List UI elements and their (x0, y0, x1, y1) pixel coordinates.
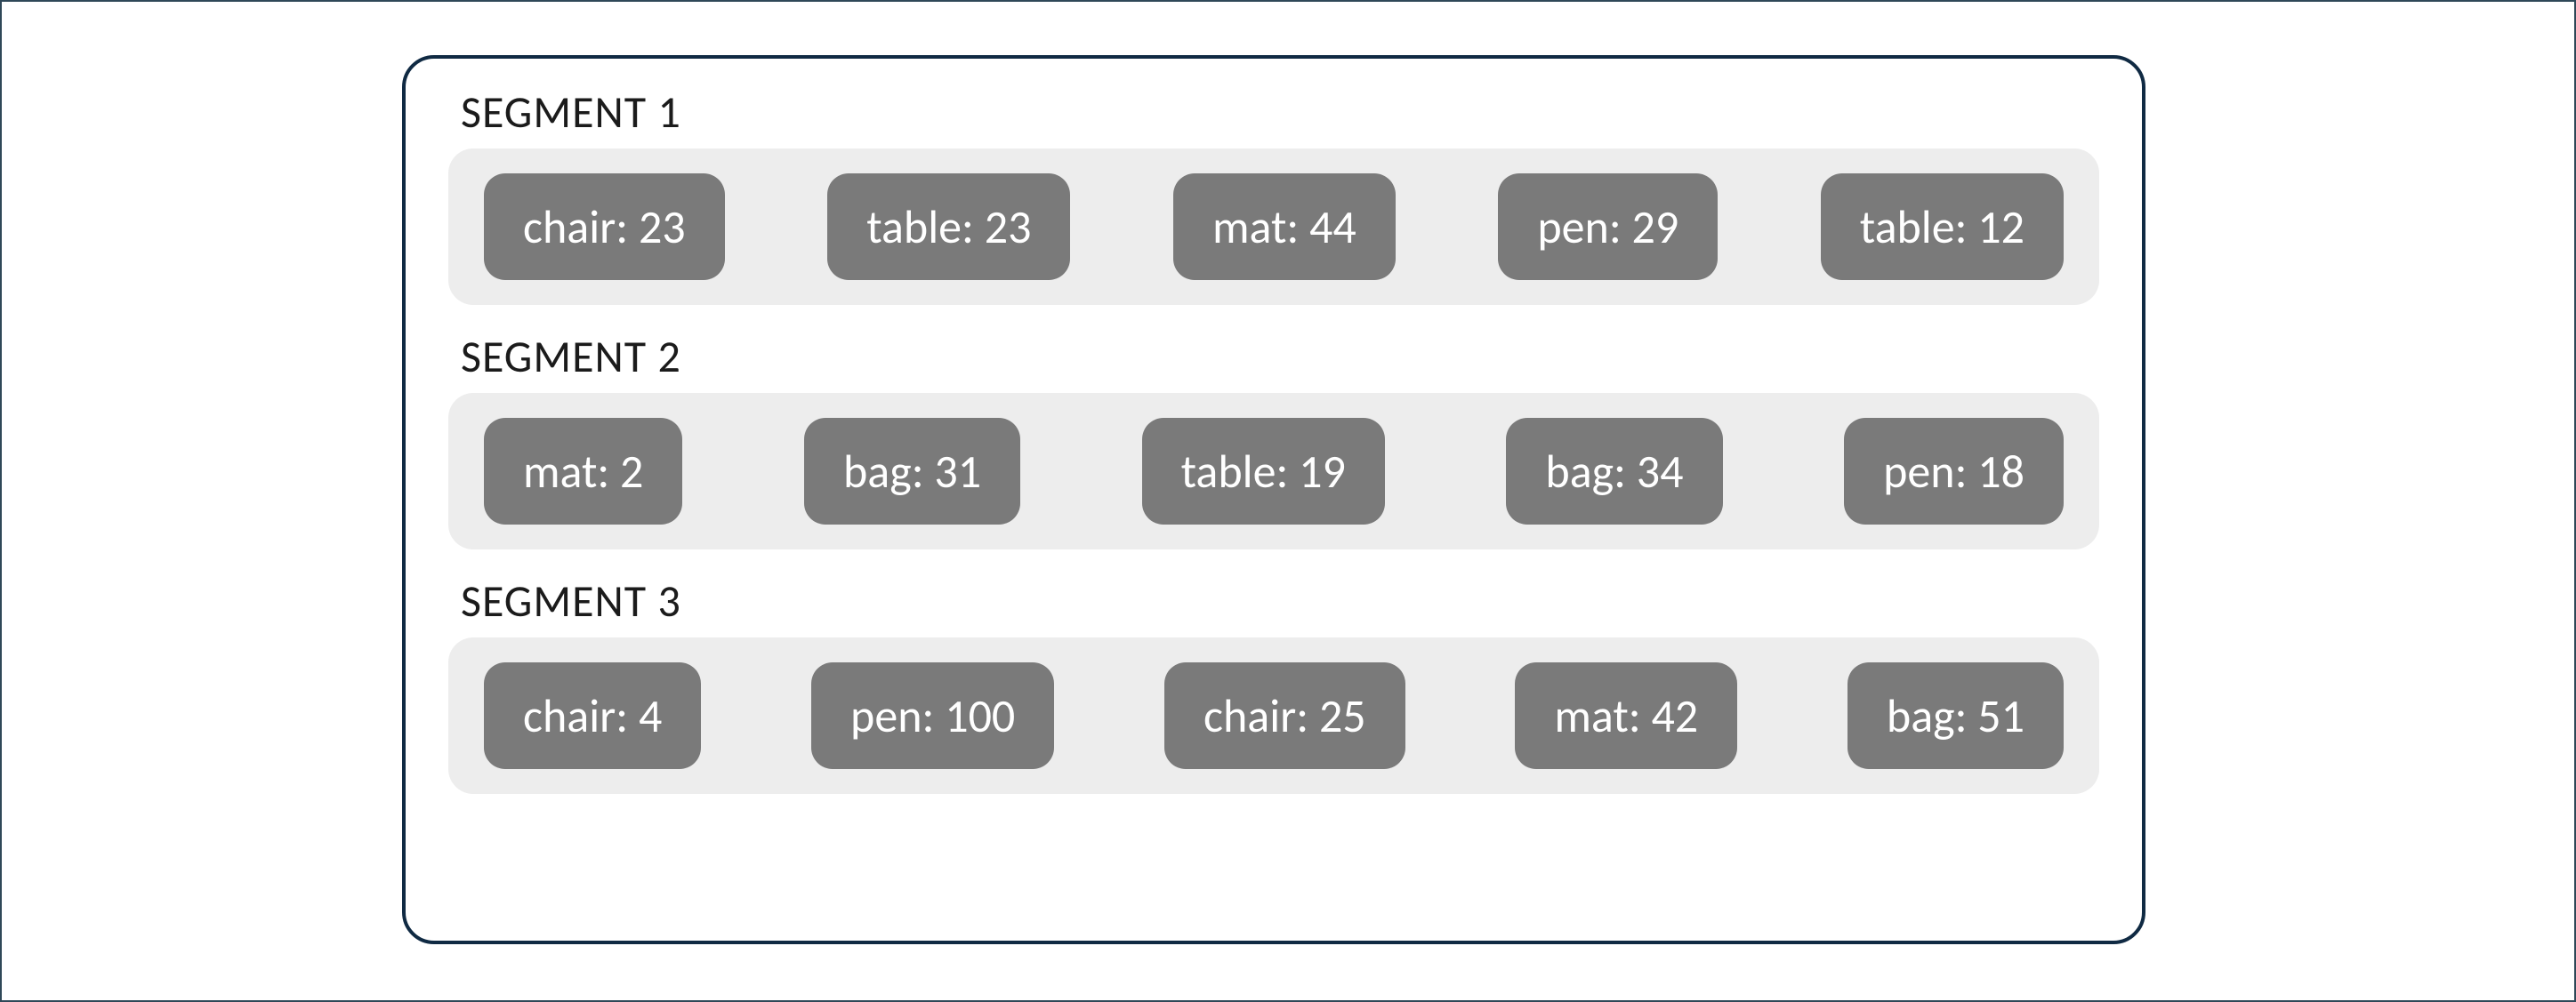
segment-2-row: mat: 2 bag: 31 table: 19 bag: 34 pen: 18 (448, 393, 2099, 549)
segment-1-item-0: chair: 23 (484, 173, 725, 280)
outer-frame: SEGMENT 1 chair: 23 table: 23 mat: 44 pe… (0, 0, 2576, 1002)
segment-1-item-1: table: 23 (827, 173, 1070, 280)
segments-panel: SEGMENT 1 chair: 23 table: 23 mat: 44 pe… (402, 55, 2145, 944)
segment-3-item-2: chair: 25 (1164, 662, 1405, 769)
segment-1: SEGMENT 1 chair: 23 table: 23 mat: 44 pe… (448, 85, 2099, 305)
segment-1-item-3: pen: 29 (1498, 173, 1718, 280)
segment-1-title: SEGMENT 1 (461, 85, 2099, 140)
segment-1-item-2: mat: 44 (1173, 173, 1396, 280)
segment-3: SEGMENT 3 chair: 4 pen: 100 chair: 25 ma… (448, 574, 2099, 794)
segment-2-item-1: bag: 31 (804, 418, 1020, 525)
segment-2-item-4: pen: 18 (1844, 418, 2064, 525)
segment-3-item-0: chair: 4 (484, 662, 701, 769)
segment-2-item-3: bag: 34 (1506, 418, 1722, 525)
segment-3-item-3: mat: 42 (1515, 662, 1737, 769)
segment-2-item-0: mat: 2 (484, 418, 682, 525)
segment-2-title: SEGMENT 2 (461, 330, 2099, 384)
segment-2-item-2: table: 19 (1142, 418, 1385, 525)
segment-3-item-4: bag: 51 (1847, 662, 2064, 769)
segment-2: SEGMENT 2 mat: 2 bag: 31 table: 19 bag: … (448, 330, 2099, 549)
segment-3-row: chair: 4 pen: 100 chair: 25 mat: 42 bag:… (448, 637, 2099, 794)
segment-1-item-4: table: 12 (1821, 173, 2064, 280)
segment-3-item-1: pen: 100 (811, 662, 1054, 769)
segment-3-title: SEGMENT 3 (461, 574, 2099, 629)
segment-1-row: chair: 23 table: 23 mat: 44 pen: 29 tabl… (448, 148, 2099, 305)
